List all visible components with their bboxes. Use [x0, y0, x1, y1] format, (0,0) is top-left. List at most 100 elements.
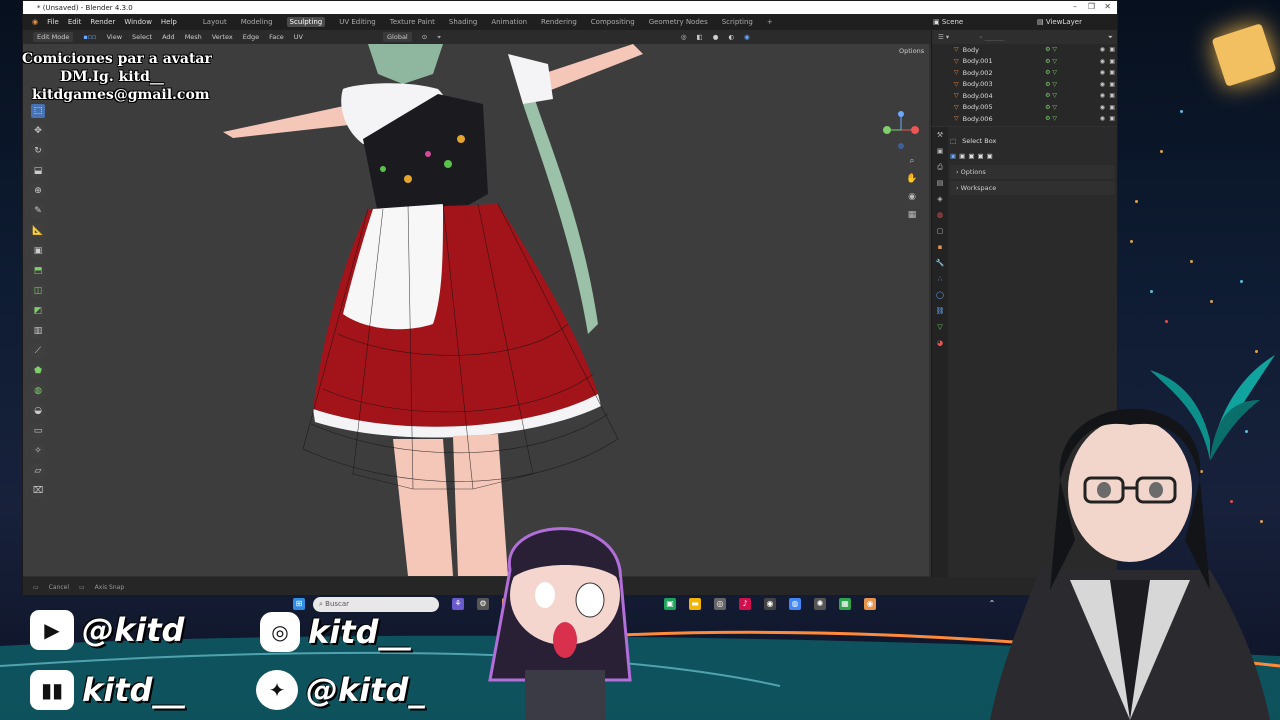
minimize-icon[interactable]: –	[1073, 2, 1077, 11]
outliner-item[interactable]: ▽ Body.006 ⚙ ▽ ◉ ▣	[932, 113, 1117, 125]
shading-material-icon[interactable]: ◐	[728, 33, 734, 41]
navigation-gizmo-icon[interactable]	[881, 108, 921, 152]
steam-icon[interactable]: ◎	[714, 598, 726, 610]
modifier-tab-icon[interactable]: 🔧	[932, 255, 948, 271]
mode-set-icon[interactable]: ▣	[950, 152, 956, 160]
3d-viewport[interactable]: Options ⬚ ✥ ↻ ⬓ ⊕ ✎ 📐 ▣ ⬒ ◫ ◩ ▥ ⟋ ⬟ ◍ ◒ …	[23, 44, 929, 576]
visibility-eye-icon[interactable]: ◉	[1100, 115, 1105, 122]
select-box-tool-icon[interactable]: ⬚	[31, 104, 45, 118]
shading-solid-icon[interactable]: ●	[713, 33, 719, 41]
visibility-eye-icon[interactable]: ◉	[1100, 46, 1105, 53]
add-workspace-icon[interactable]: +	[767, 18, 773, 26]
annotate-tool-icon[interactable]: ✎	[31, 204, 45, 218]
tab-uv-editing[interactable]: UV Editing	[339, 18, 376, 26]
gear-app-icon[interactable]: ✺	[814, 598, 826, 610]
inset-tool-icon[interactable]: ◫	[31, 284, 45, 298]
mode-subtract-icon[interactable]: ▣	[968, 152, 974, 160]
scene-selector[interactable]: ▣ Scene	[933, 18, 963, 26]
render-camera-icon[interactable]: ▣	[1109, 69, 1115, 76]
shading-rendered-icon[interactable]: ◉	[744, 33, 750, 41]
outliner-item[interactable]: ▽ Body.005 ⚙ ▽ ◉ ▣	[932, 102, 1117, 114]
outliner-item[interactable]: ▽ Body.001 ⚙ ▽ ◉ ▣	[932, 56, 1117, 68]
options-button[interactable]: Options	[899, 47, 924, 55]
mode-extend-icon[interactable]: ▣	[959, 152, 965, 160]
tab-sculpting[interactable]: Sculpting	[286, 17, 326, 27]
render-camera-icon[interactable]: ▣	[1109, 104, 1115, 111]
output-tab-icon[interactable]: ⎙	[932, 159, 948, 175]
edge-menu[interactable]: Edge	[243, 33, 259, 41]
tab-texture-paint[interactable]: Texture Paint	[390, 18, 435, 26]
view-layer-tab-icon[interactable]: ▤	[932, 175, 948, 191]
select-menu[interactable]: Select	[132, 33, 152, 41]
view-layer-selector[interactable]: ▤ ViewLayer	[1037, 18, 1082, 26]
obs-icon[interactable]: ◉	[764, 598, 776, 610]
display-mode-icon[interactable]: ☰ ▾	[938, 33, 949, 41]
social-twitter[interactable]: ✦ @kitd_	[256, 670, 424, 710]
vertex-select-icon[interactable]: ▪▫▫	[83, 33, 96, 41]
visibility-eye-icon[interactable]: ◉	[1100, 104, 1105, 111]
tab-animation[interactable]: Animation	[491, 18, 527, 26]
move-tool-icon[interactable]: ✥	[31, 124, 45, 138]
vertex-menu[interactable]: Vertex	[212, 33, 233, 41]
outliner-item[interactable]: ▽ Body ⚙ ▽ ◉ ▣	[932, 44, 1117, 56]
poly-build-tool-icon[interactable]: ⬟	[31, 364, 45, 378]
outliner-search-input[interactable]: ⌕ ______	[979, 33, 1004, 42]
loop-cut-tool-icon[interactable]: ▥	[31, 324, 45, 338]
folder-icon[interactable]: ▬	[689, 598, 701, 610]
workspace-panel[interactable]: › Workspace	[950, 181, 1115, 195]
mesh-menu[interactable]: Mesh	[185, 33, 202, 41]
constraints-tab-icon[interactable]: ⛓	[932, 303, 948, 319]
bevel-tool-icon[interactable]: ◩	[31, 304, 45, 318]
social-youtube[interactable]: ▶ @kitd	[30, 610, 184, 650]
visibility-eye-icon[interactable]: ◉	[1100, 81, 1105, 88]
measure-tool-icon[interactable]: 📐	[31, 224, 45, 238]
render-camera-icon[interactable]: ▣	[1109, 115, 1115, 122]
menu-help[interactable]: Help	[161, 18, 177, 26]
camera-view-icon[interactable]: ◉	[905, 192, 919, 206]
world-tab-icon[interactable]: ◍	[932, 207, 948, 223]
particles-tab-icon[interactable]: ∴	[932, 271, 948, 287]
overlay-icon[interactable]: ◎	[681, 33, 687, 41]
render-tab-icon[interactable]: ▣	[932, 143, 948, 159]
add-menu[interactable]: Add	[162, 33, 175, 41]
view-menu[interactable]: View	[107, 33, 122, 41]
face-menu[interactable]: Face	[269, 33, 284, 41]
scale-tool-icon[interactable]: ⬓	[31, 164, 45, 178]
perspective-grid-icon[interactable]: ▦	[905, 210, 919, 224]
material-tab-icon[interactable]: ◕	[932, 335, 948, 351]
extrude-tool-icon[interactable]: ⬒	[31, 264, 45, 278]
spreadsheet-icon[interactable]: ▦	[839, 598, 851, 610]
menu-edit[interactable]: Edit	[68, 18, 82, 26]
render-camera-icon[interactable]: ▣	[1109, 81, 1115, 88]
tiktok-icon[interactable]: ♪	[739, 598, 751, 610]
zoom-icon[interactable]: ⌕	[905, 156, 919, 170]
render-camera-icon[interactable]: ▣	[1109, 58, 1115, 65]
visibility-eye-icon[interactable]: ◉	[1100, 58, 1105, 65]
maximize-icon[interactable]: ❐	[1088, 2, 1095, 11]
tab-layout[interactable]: Layout	[203, 18, 227, 26]
tab-modeling[interactable]: Modeling	[241, 18, 273, 26]
transform-tool-icon[interactable]: ⊕	[31, 184, 45, 198]
rip-tool-icon[interactable]: ⌧	[31, 484, 45, 498]
mode-invert-icon[interactable]: ▣	[977, 152, 983, 160]
social-twitch[interactable]: ▮▮ kitd__	[30, 670, 184, 710]
outliner-item[interactable]: ▽ Body.002 ⚙ ▽ ◉ ▣	[932, 67, 1117, 79]
chrome-green-icon[interactable]: ▣	[664, 598, 676, 610]
uv-menu[interactable]: UV	[294, 33, 303, 41]
mode-intersect-icon[interactable]: ▣	[987, 152, 993, 160]
render-camera-icon[interactable]: ▣	[1109, 46, 1115, 53]
add-cube-tool-icon[interactable]: ▣	[31, 244, 45, 258]
options-panel[interactable]: › Options	[950, 165, 1115, 179]
chrome-icon[interactable]: ◍	[789, 598, 801, 610]
scene-tab-icon[interactable]: ◈	[932, 191, 948, 207]
tool-tab-icon[interactable]: ⚒	[932, 127, 948, 143]
menu-file[interactable]: File	[47, 18, 59, 26]
xray-icon[interactable]: ◧	[697, 33, 703, 41]
mode-dropdown[interactable]: Edit Mode	[33, 32, 74, 42]
orientation-dropdown[interactable]: Global	[383, 32, 412, 42]
physics-tab-icon[interactable]: ◯	[932, 287, 948, 303]
knife-tool-icon[interactable]: ⟋	[31, 344, 45, 358]
taskbar-search-input[interactable]: ⌕ Buscar	[313, 596, 439, 612]
smooth-tool-icon[interactable]: ◒	[31, 404, 45, 418]
rotate-tool-icon[interactable]: ↻	[31, 144, 45, 158]
